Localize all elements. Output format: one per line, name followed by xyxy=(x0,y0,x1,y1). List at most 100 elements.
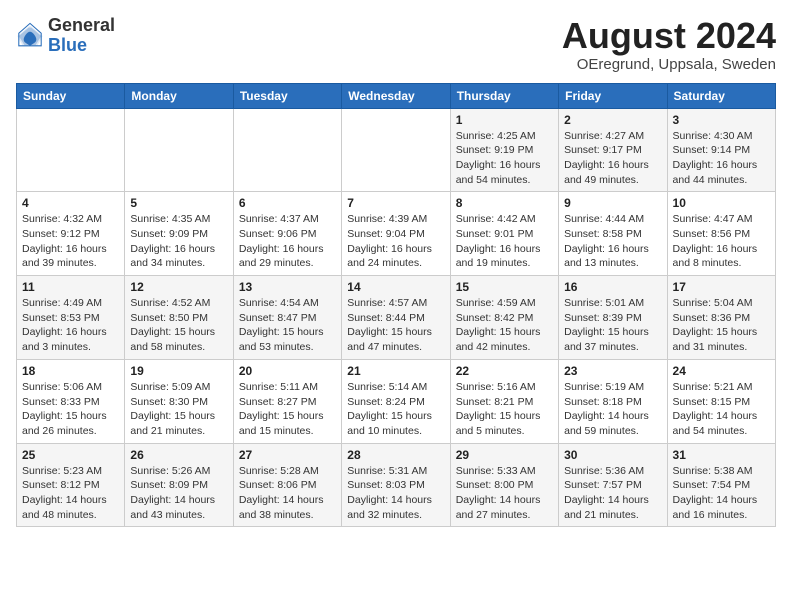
logo-general: General xyxy=(48,16,115,36)
day-info: Sunrise: 4:49 AM Sunset: 8:53 PM Dayligh… xyxy=(22,296,119,355)
day-info: Sunrise: 5:06 AM Sunset: 8:33 PM Dayligh… xyxy=(22,380,119,439)
calendar-cell: 9 Sunrise: 4:44 AM Sunset: 8:58 PM Daylig… xyxy=(559,192,667,276)
calendar-cell: 8 Sunrise: 4:42 AM Sunset: 9:01 PM Daylig… xyxy=(450,192,558,276)
day-number: 22 xyxy=(456,364,553,378)
day-number: 8 xyxy=(456,196,553,210)
calendar-subtitle: OEregrund, Uppsala, Sweden xyxy=(562,56,776,73)
calendar-title: August 2024 xyxy=(562,16,776,56)
day-number: 14 xyxy=(347,280,444,294)
day-number: 9 xyxy=(564,196,661,210)
calendar-cell: 29 Sunrise: 5:33 AM Sunset: 8:00 PM Dayli… xyxy=(450,443,558,527)
day-number: 20 xyxy=(239,364,336,378)
title-block: August 2024 OEregrund, Uppsala, Sweden xyxy=(562,16,776,73)
day-number: 7 xyxy=(347,196,444,210)
day-number: 25 xyxy=(22,448,119,462)
day-info: Sunrise: 4:42 AM Sunset: 9:01 PM Dayligh… xyxy=(456,212,553,271)
day-info: Sunrise: 5:33 AM Sunset: 8:00 PM Dayligh… xyxy=(456,464,553,523)
calendar-cell: 25 Sunrise: 5:23 AM Sunset: 8:12 PM Dayli… xyxy=(17,443,125,527)
calendar-cell: 24 Sunrise: 5:21 AM Sunset: 8:15 PM Dayli… xyxy=(667,359,775,443)
day-number: 13 xyxy=(239,280,336,294)
day-number: 19 xyxy=(130,364,227,378)
day-number: 1 xyxy=(456,113,553,127)
day-number: 6 xyxy=(239,196,336,210)
day-info: Sunrise: 4:27 AM Sunset: 9:17 PM Dayligh… xyxy=(564,129,661,188)
day-info: Sunrise: 5:11 AM Sunset: 8:27 PM Dayligh… xyxy=(239,380,336,439)
day-number: 24 xyxy=(673,364,770,378)
calendar-cell: 20 Sunrise: 5:11 AM Sunset: 8:27 PM Dayli… xyxy=(233,359,341,443)
week-row-5: 25 Sunrise: 5:23 AM Sunset: 8:12 PM Dayli… xyxy=(17,443,776,527)
day-number: 17 xyxy=(673,280,770,294)
day-number: 5 xyxy=(130,196,227,210)
day-info: Sunrise: 5:19 AM Sunset: 8:18 PM Dayligh… xyxy=(564,380,661,439)
logo-icon xyxy=(16,22,44,50)
day-number: 10 xyxy=(673,196,770,210)
day-info: Sunrise: 5:38 AM Sunset: 7:54 PM Dayligh… xyxy=(673,464,770,523)
weekday-header-row: SundayMondayTuesdayWednesdayThursdayFrid… xyxy=(17,83,776,108)
day-number: 28 xyxy=(347,448,444,462)
calendar-cell: 26 Sunrise: 5:26 AM Sunset: 8:09 PM Dayli… xyxy=(125,443,233,527)
calendar-cell: 6 Sunrise: 4:37 AM Sunset: 9:06 PM Daylig… xyxy=(233,192,341,276)
day-number: 2 xyxy=(564,113,661,127)
day-info: Sunrise: 5:21 AM Sunset: 8:15 PM Dayligh… xyxy=(673,380,770,439)
day-number: 29 xyxy=(456,448,553,462)
day-info: Sunrise: 4:30 AM Sunset: 9:14 PM Dayligh… xyxy=(673,129,770,188)
calendar-cell: 12Sunrise: 4:52 AM Sunset: 8:50 PM Dayli… xyxy=(125,276,233,360)
week-row-1: 1Sunrise: 4:25 AM Sunset: 9:19 PM Daylig… xyxy=(17,108,776,192)
day-info: Sunrise: 5:36 AM Sunset: 7:57 PM Dayligh… xyxy=(564,464,661,523)
day-info: Sunrise: 5:23 AM Sunset: 8:12 PM Dayligh… xyxy=(22,464,119,523)
day-number: 30 xyxy=(564,448,661,462)
day-number: 26 xyxy=(130,448,227,462)
calendar-cell: 3Sunrise: 4:30 AM Sunset: 9:14 PM Daylig… xyxy=(667,108,775,192)
weekday-header-thursday: Thursday xyxy=(450,83,558,108)
calendar-cell: 10Sunrise: 4:47 AM Sunset: 8:56 PM Dayli… xyxy=(667,192,775,276)
calendar-cell xyxy=(17,108,125,192)
day-info: Sunrise: 5:04 AM Sunset: 8:36 PM Dayligh… xyxy=(673,296,770,355)
weekday-header-tuesday: Tuesday xyxy=(233,83,341,108)
calendar-cell xyxy=(233,108,341,192)
calendar-cell: 18Sunrise: 5:06 AM Sunset: 8:33 PM Dayli… xyxy=(17,359,125,443)
day-info: Sunrise: 5:26 AM Sunset: 8:09 PM Dayligh… xyxy=(130,464,227,523)
calendar-cell: 16Sunrise: 5:01 AM Sunset: 8:39 PM Dayli… xyxy=(559,276,667,360)
day-info: Sunrise: 4:37 AM Sunset: 9:06 PM Dayligh… xyxy=(239,212,336,271)
calendar-cell: 13Sunrise: 4:54 AM Sunset: 8:47 PM Dayli… xyxy=(233,276,341,360)
week-row-3: 11 Sunrise: 4:49 AM Sunset: 8:53 PM Dayli… xyxy=(17,276,776,360)
day-info: Sunrise: 4:52 AM Sunset: 8:50 PM Dayligh… xyxy=(130,296,227,355)
day-number: 16 xyxy=(564,280,661,294)
weekday-header-sunday: Sunday xyxy=(17,83,125,108)
calendar-cell: 15Sunrise: 4:59 AM Sunset: 8:42 PM Dayli… xyxy=(450,276,558,360)
calendar-cell: 19 Sunrise: 5:09 AM Sunset: 8:30 PM Dayli… xyxy=(125,359,233,443)
day-number: 27 xyxy=(239,448,336,462)
calendar-cell: 21Sunrise: 5:14 AM Sunset: 8:24 PM Dayli… xyxy=(342,359,450,443)
calendar-cell: 11 Sunrise: 4:49 AM Sunset: 8:53 PM Dayli… xyxy=(17,276,125,360)
calendar-cell: 22 Sunrise: 5:16 AM Sunset: 8:21 PM Dayli… xyxy=(450,359,558,443)
calendar-cell: 31Sunrise: 5:38 AM Sunset: 7:54 PM Dayli… xyxy=(667,443,775,527)
calendar-cell: 28Sunrise: 5:31 AM Sunset: 8:03 PM Dayli… xyxy=(342,443,450,527)
calendar-cell: 14 Sunrise: 4:57 AM Sunset: 8:44 PM Dayli… xyxy=(342,276,450,360)
calendar-cell xyxy=(342,108,450,192)
calendar-cell: 5 Sunrise: 4:35 AM Sunset: 9:09 PM Daylig… xyxy=(125,192,233,276)
day-info: Sunrise: 4:35 AM Sunset: 9:09 PM Dayligh… xyxy=(130,212,227,271)
day-info: Sunrise: 4:44 AM Sunset: 8:58 PM Dayligh… xyxy=(564,212,661,271)
day-info: Sunrise: 5:16 AM Sunset: 8:21 PM Dayligh… xyxy=(456,380,553,439)
day-info: Sunrise: 5:09 AM Sunset: 8:30 PM Dayligh… xyxy=(130,380,227,439)
logo: General Blue xyxy=(16,16,115,56)
week-row-4: 18Sunrise: 5:06 AM Sunset: 8:33 PM Dayli… xyxy=(17,359,776,443)
page-header: General Blue August 2024 OEregrund, Upps… xyxy=(16,16,776,73)
day-number: 4 xyxy=(22,196,119,210)
calendar-cell: 30 Sunrise: 5:36 AM Sunset: 7:57 PM Dayli… xyxy=(559,443,667,527)
calendar-cell: 27Sunrise: 5:28 AM Sunset: 8:06 PM Dayli… xyxy=(233,443,341,527)
weekday-header-wednesday: Wednesday xyxy=(342,83,450,108)
calendar-cell: 23 Sunrise: 5:19 AM Sunset: 8:18 PM Dayli… xyxy=(559,359,667,443)
day-number: 11 xyxy=(22,280,119,294)
day-info: Sunrise: 4:39 AM Sunset: 9:04 PM Dayligh… xyxy=(347,212,444,271)
calendar-cell: 2 Sunrise: 4:27 AM Sunset: 9:17 PM Daylig… xyxy=(559,108,667,192)
week-row-2: 4Sunrise: 4:32 AM Sunset: 9:12 PM Daylig… xyxy=(17,192,776,276)
weekday-header-friday: Friday xyxy=(559,83,667,108)
logo-blue-text: Blue xyxy=(48,36,115,56)
day-info: Sunrise: 4:57 AM Sunset: 8:44 PM Dayligh… xyxy=(347,296,444,355)
day-number: 23 xyxy=(564,364,661,378)
calendar-table: SundayMondayTuesdayWednesdayThursdayFrid… xyxy=(16,83,776,528)
calendar-cell: 1Sunrise: 4:25 AM Sunset: 9:19 PM Daylig… xyxy=(450,108,558,192)
day-number: 21 xyxy=(347,364,444,378)
weekday-header-monday: Monday xyxy=(125,83,233,108)
